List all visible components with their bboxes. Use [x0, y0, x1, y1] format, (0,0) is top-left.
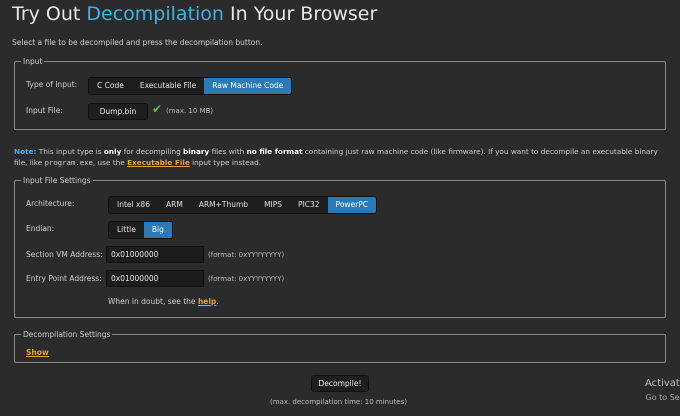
file-select-button[interactable]: Dump.bin [88, 103, 148, 120]
note-bold-no-file-format: no file format [246, 147, 303, 156]
activate-watermark-title: Activate [645, 378, 680, 389]
page-subtitle: Select a file to be decompiled and press… [12, 38, 263, 47]
input-file-label: Input File: [26, 106, 63, 115]
input-type-executable-file[interactable]: Executable File [132, 78, 204, 94]
architecture-selector: Intel x86 ARM ARM+Thumb MIPS PIC32 Power… [108, 196, 377, 214]
help-link[interactable]: help [198, 297, 216, 306]
entry-point-format: (format: 0xYYYYYYYY) [208, 275, 285, 283]
title-highlight: Decompilation [86, 3, 224, 25]
input-legend: Input [23, 57, 43, 66]
note-text-6: input type instead. [189, 158, 262, 167]
arch-arm[interactable]: ARM [158, 197, 191, 213]
activate-watermark-subtitle: Go to Sett [645, 393, 680, 402]
input-file-settings-legend: Input File Settings [23, 176, 91, 185]
file-max-size: (max. 10 MB) [166, 107, 214, 115]
endian-big[interactable]: Big [143, 222, 172, 238]
help-hint: When in doubt, see the help. [108, 297, 219, 306]
type-of-input-label: Type of Input: [26, 80, 78, 89]
endian-label: Endian: [26, 224, 55, 233]
architecture-label: Architecture: [26, 199, 75, 208]
decompile-button[interactable]: Decompile! [311, 375, 369, 392]
section-vm-address-label: Section VM Address: [26, 250, 103, 259]
raw-input-note: Note: This input type is only for decomp… [14, 146, 666, 168]
arch-mips[interactable]: MIPS [256, 197, 290, 213]
arch-arm-thumb[interactable]: ARM+Thumb [191, 197, 256, 213]
note-text-5: , use the [92, 158, 128, 167]
note-bold-binary: binary [183, 147, 210, 156]
title-suffix: In Your Browser [223, 3, 378, 25]
note-label: Note: [14, 147, 37, 156]
endian-selector: Little Big [108, 221, 173, 239]
title-prefix: Try Out [12, 3, 87, 25]
section-vm-address-input[interactable] [106, 246, 204, 263]
note-text-3: files with [209, 147, 247, 156]
note-text-1: This input type is [36, 147, 104, 156]
executable-file-link[interactable]: Executable File [127, 158, 190, 167]
show-settings-link[interactable]: Show [26, 348, 49, 357]
arch-intel-x86[interactable]: Intel x86 [109, 197, 158, 213]
note-program-exe: program.exe [44, 158, 93, 167]
note-bold-only: only [103, 147, 122, 156]
section-vm-format: (format: 0xYYYYYYYY) [208, 251, 285, 259]
entry-point-address-input[interactable] [106, 270, 204, 287]
help-hint-text: When in doubt, see the [108, 297, 198, 306]
input-type-raw-machine-code[interactable]: Raw Machine Code [204, 78, 292, 94]
decompilation-settings-fieldset: Decompilation Settings [14, 330, 666, 363]
arch-pic32[interactable]: PIC32 [290, 197, 328, 213]
input-type-selector: C Code Executable File Raw Machine Code [88, 77, 293, 95]
endian-little[interactable]: Little [109, 222, 144, 238]
note-text-2: for decompiling [121, 147, 184, 156]
page-title: Try Out Decompilation In Your Browser [12, 3, 377, 25]
max-decompilation-time: (max. decompilation time: 10 minutes) [270, 398, 407, 406]
input-type-c-code[interactable]: C Code [89, 78, 132, 94]
help-hint-end: . [216, 297, 219, 306]
decompilation-settings-legend: Decompilation Settings [23, 330, 111, 339]
check-icon: ✔ [152, 102, 163, 116]
arch-powerpc[interactable]: PowerPC [327, 197, 376, 213]
entry-point-address-label: Entry Point Address: [26, 274, 102, 283]
